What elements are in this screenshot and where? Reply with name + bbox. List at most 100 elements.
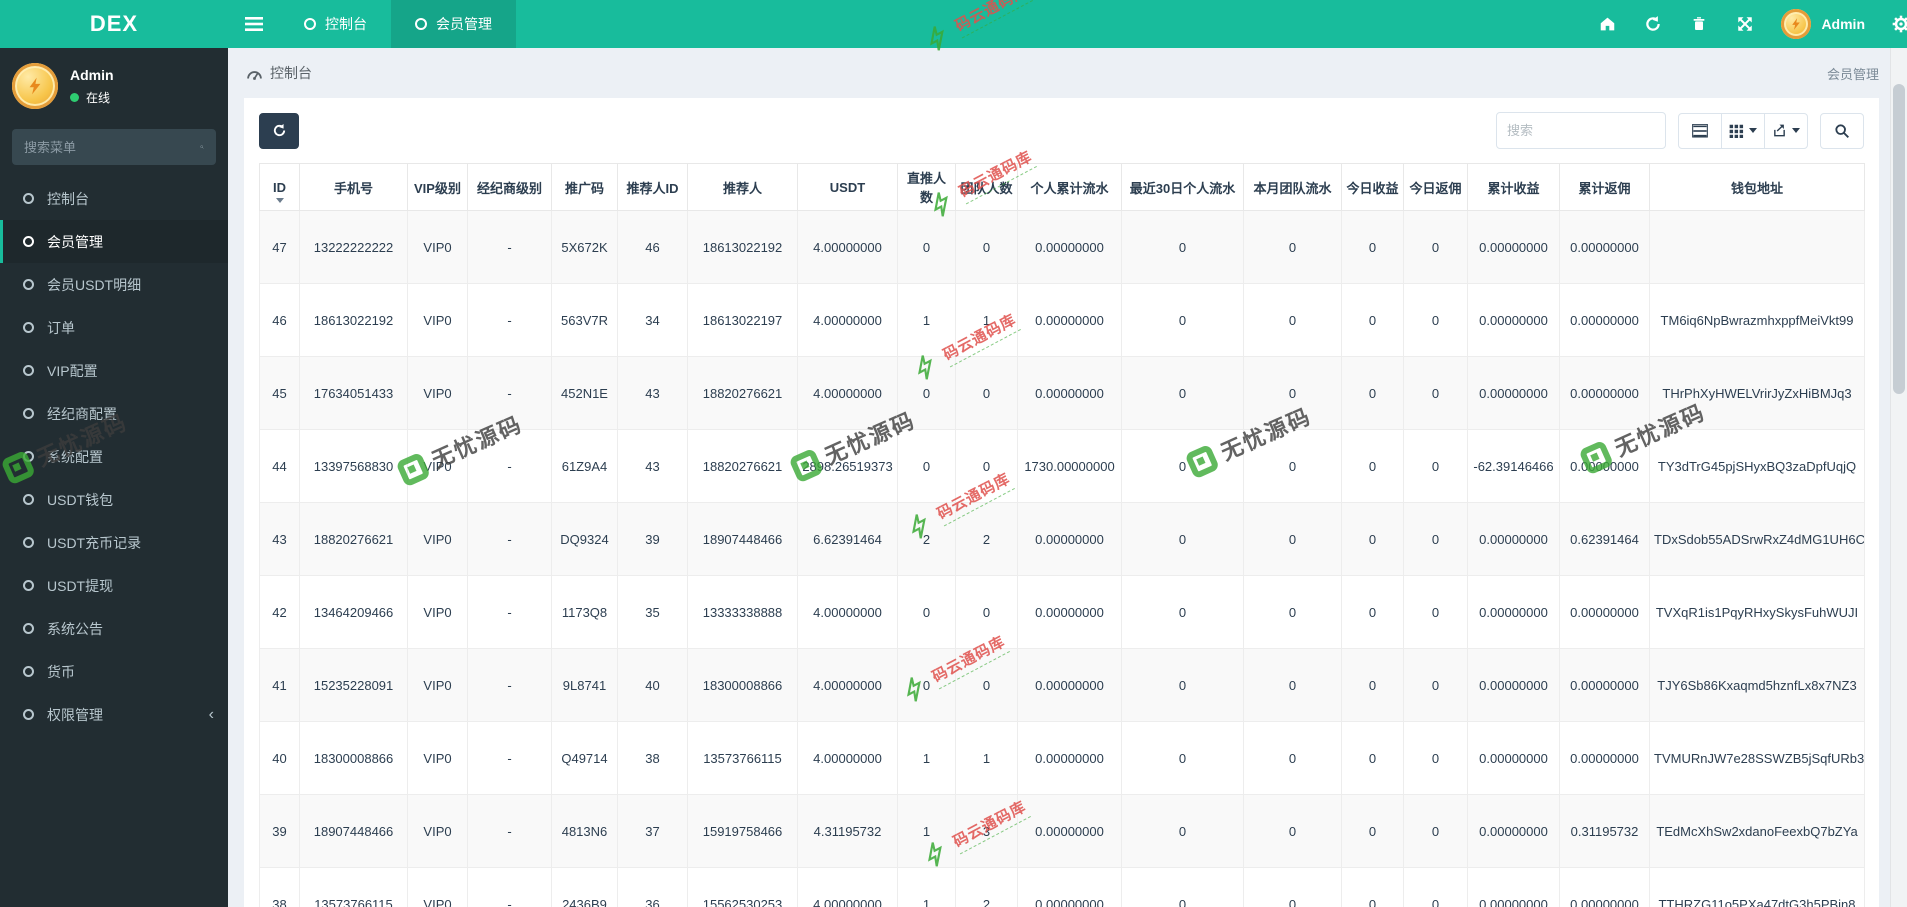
column-header-0[interactable]: ID — [259, 163, 300, 211]
sidebar-item-member-usdt[interactable]: 会员USDT明细 — [0, 263, 228, 306]
circle-icon — [23, 365, 34, 376]
nav-tab-members[interactable]: 会员管理 — [391, 0, 516, 48]
search-button[interactable] — [1820, 112, 1864, 149]
table-cell: 13397568830 — [299, 429, 408, 503]
sidebar-item-usdt-withdraw[interactable]: USDT提现 — [0, 564, 228, 607]
user-menu[interactable]: Admin — [1781, 9, 1865, 39]
table-cell: 13333338888 — [687, 575, 798, 649]
table-cell: 13222222222 — [299, 210, 408, 284]
toggle-pagination-button[interactable] — [1678, 112, 1722, 149]
list-icon — [1692, 123, 1708, 138]
table-cell: 0 — [1403, 429, 1468, 503]
scrollbar-thumb[interactable] — [1893, 84, 1905, 394]
table-cell: 44 — [259, 429, 300, 503]
table-cell: 0.00000000 — [1467, 721, 1560, 795]
table-row: 45 17634051433 VIP0-452N1E 43 18820276621 4.0… — [259, 356, 1865, 430]
sidebar-item-label: 权限管理 — [47, 706, 103, 723]
table-cell: 452N1E — [551, 356, 618, 430]
table-row: 47 13222222222 VIP0-5X672K 46 18613022192 4.0… — [259, 210, 1865, 284]
table-cell: 0.00000000 — [1467, 575, 1560, 649]
sidebar-item-usdt-deposit[interactable]: USDT充币记录 — [0, 521, 228, 564]
nav-tab-label: 控制台 — [325, 16, 367, 32]
clear-cache-button[interactable] — [1689, 14, 1709, 34]
circle-icon — [23, 279, 34, 290]
coin-bolt-icon — [1792, 18, 1801, 30]
sidebar-item-usdt-wallet[interactable]: USDT钱包 — [0, 478, 228, 521]
sidebar-item-currency[interactable]: 货币 — [0, 650, 228, 693]
table-cell: 0 — [1121, 867, 1244, 907]
sidebar-item-members[interactable]: 会员管理 — [0, 220, 228, 263]
table-cell: 0 — [1341, 867, 1404, 907]
table-view-buttons — [1678, 112, 1808, 149]
table-cell: 18613022197 — [687, 283, 798, 357]
sidebar-item-system-config[interactable]: 系统配置 — [0, 435, 228, 478]
sidebar-item-announcement[interactable]: 系统公告 — [0, 607, 228, 650]
table-cell: 0 — [1403, 721, 1468, 795]
sidebar-item-orders[interactable]: 订单 — [0, 306, 228, 349]
table-cell: 4.00000000 — [797, 575, 898, 649]
table-cell: 5X672K — [551, 210, 618, 284]
table-cell: 2898.26519373 — [797, 429, 898, 503]
settings-button[interactable] — [1891, 14, 1907, 34]
table-cell: 4.31195732 — [797, 794, 898, 868]
table-cell: 0 — [897, 648, 956, 722]
trash-icon — [1694, 17, 1705, 30]
sidebar-search-input[interactable] — [24, 139, 200, 155]
table-cell: - — [467, 867, 552, 907]
table-cell: 18907448466 — [687, 502, 798, 576]
breadcrumb-left: 控制台 — [246, 63, 312, 83]
nav-tab-dashboard[interactable]: 控制台 — [280, 0, 391, 48]
table-row: 40 18300008866 VIP0- Q49714 38 13573766115 4.0… — [259, 721, 1865, 795]
columns-button[interactable] — [1721, 112, 1765, 149]
refresh-table-button[interactable] — [259, 112, 299, 149]
table-cell: 0 — [1243, 721, 1342, 795]
table-cell: Q49714 — [551, 721, 618, 795]
sidebar-item-label: 订单 — [47, 319, 75, 336]
table-cell: 0 — [1341, 283, 1404, 357]
table-cell: 9L8741 — [551, 648, 618, 722]
table-cell: 0.00000000 — [1017, 721, 1122, 795]
vertical-scrollbar[interactable] — [1890, 48, 1907, 907]
table-cell: 18300008866 — [687, 648, 798, 722]
table-cell: - — [467, 283, 552, 357]
table-cell: 0.00000000 — [1559, 648, 1650, 722]
sidebar-item-label: 系统公告 — [47, 620, 103, 637]
table-cell: 18907448466 — [299, 794, 408, 868]
refresh-button[interactable] — [1643, 14, 1663, 34]
toolbar-right — [1496, 112, 1864, 149]
content-area: 控制台 会员管理 搜索 ID 手机号 VIP级别 经纪商级别 推广码 推荐人ID… — [228, 48, 1907, 907]
table-cell: 0 — [1341, 429, 1404, 503]
table-row: 44 13397568830 VIP0-61Z9A4 43 18820276621 289… — [259, 429, 1865, 503]
table-cell: 1 — [897, 283, 956, 357]
table-cell: 1 — [897, 794, 956, 868]
sidebar-item-dashboard[interactable]: 控制台 — [0, 177, 228, 220]
refresh-icon — [273, 123, 285, 137]
table-cell: 2 — [955, 867, 1018, 907]
column-header-5: 推荐人ID — [617, 163, 688, 211]
table-search-input[interactable] — [1496, 112, 1666, 149]
table-cell: TM6iq6NpBwrazmhxppfMeiVkt99 — [1649, 283, 1865, 357]
column-header-3: 经纪商级别 — [467, 163, 552, 211]
table-cell: THrPhXyHWELVrirJyZxHiBMJq3 — [1649, 356, 1865, 430]
export-button[interactable] — [1764, 112, 1808, 149]
sidebar-item-vip-config[interactable]: VIP配置 — [0, 349, 228, 392]
table-cell: 0 — [1341, 648, 1404, 722]
breadcrumb-current: 控制台 — [270, 65, 312, 81]
sidebar-toggle-button[interactable] — [228, 0, 280, 48]
home-button[interactable] — [1597, 14, 1617, 34]
table-cell: 0.00000000 — [1017, 794, 1122, 868]
sidebar-item-broker-config[interactable]: 经纪商配置 — [0, 392, 228, 435]
sidebar-item-permissions[interactable]: 权限管理 ‹ — [0, 693, 228, 736]
search-icon — [200, 145, 204, 149]
table-cell: 43 — [617, 356, 688, 430]
members-table: ID 手机号 VIP级别 经纪商级别 推广码 推荐人ID 推荐人 USDT 直推人数 团队人数 个人… — [259, 163, 1865, 907]
table-cell: TY3dTrG45pjSHyxBQ3zaDpfUqjQ — [1649, 429, 1865, 503]
column-header-6: 推荐人 — [687, 163, 798, 211]
table-cell: 13573766115 — [299, 867, 408, 907]
column-header-13: 今日收益 — [1341, 163, 1404, 211]
fullscreen-button[interactable] — [1735, 14, 1755, 34]
sidebar-item-label: 会员管理 — [47, 233, 103, 250]
table-cell: 0 — [1243, 794, 1342, 868]
table-cell: 0 — [1403, 283, 1468, 357]
table-cell: 0 — [1403, 502, 1468, 576]
